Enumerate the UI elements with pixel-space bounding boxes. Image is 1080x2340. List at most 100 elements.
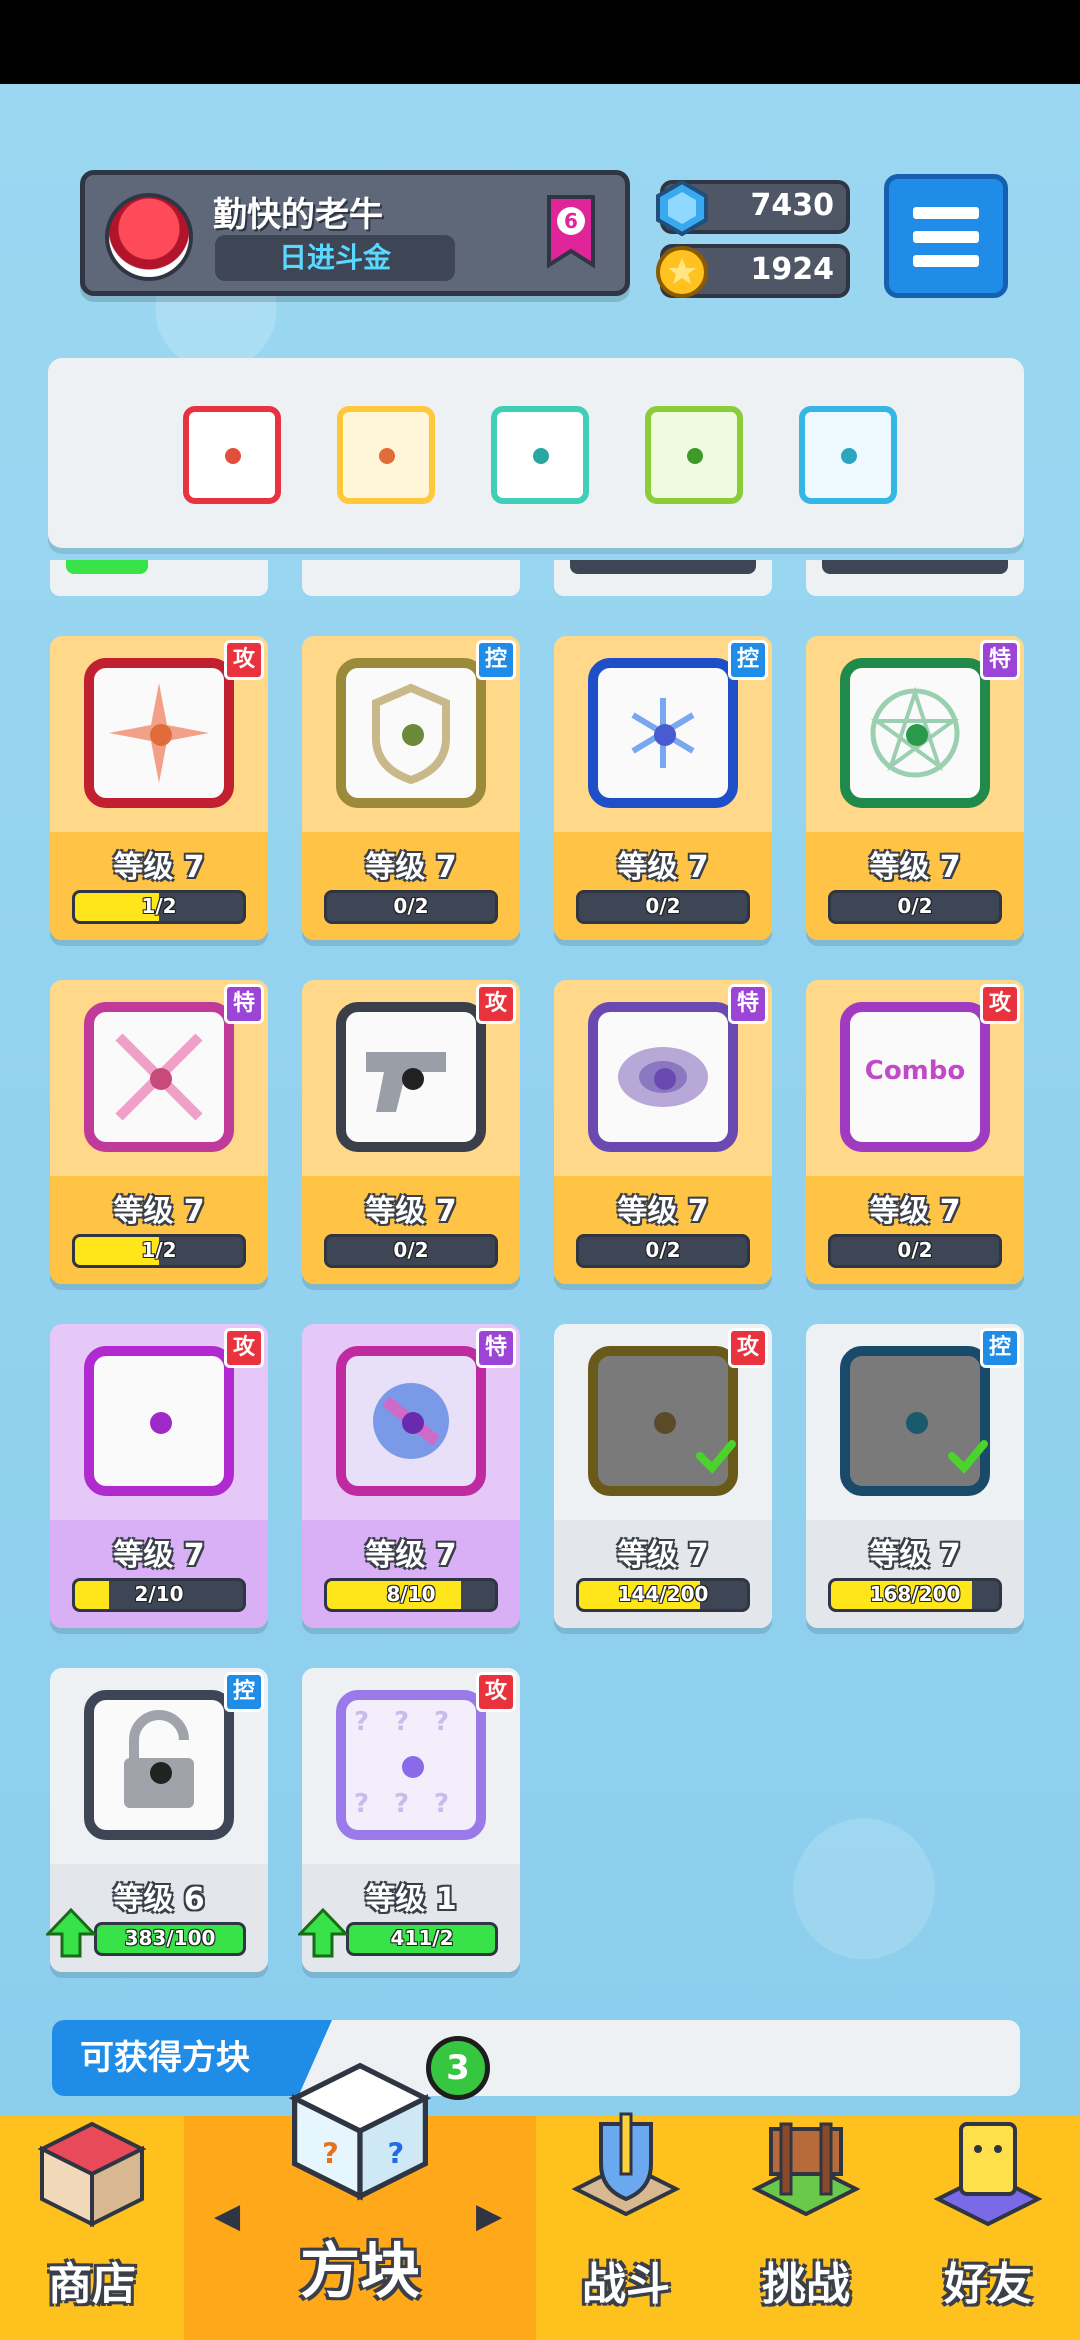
card-progress: 0/2 <box>828 1234 1002 1268</box>
nav-battle-label: 战斗 <box>582 2259 670 2310</box>
card-progress-text: 0/2 <box>393 894 429 918</box>
gem-icon <box>656 179 708 237</box>
dice-pip <box>654 724 676 746</box>
equipped-dice-panel <box>48 358 1024 548</box>
card-peek <box>302 560 520 596</box>
attack-tag: 攻 <box>476 984 516 1024</box>
card-progress: 8/10 <box>324 1578 498 1612</box>
deck-slot-red-dice[interactable] <box>183 406 281 504</box>
dice-card[interactable]: 攻 等级 7 1/2 <box>50 636 268 940</box>
nav-friends-label: 好友 <box>944 2259 1032 2310</box>
card-progress: 1/2 <box>72 890 246 924</box>
card-progress: 2/10 <box>72 1578 246 1612</box>
card-level: 等级 7 <box>869 1538 961 1573</box>
card-progress-text: 0/2 <box>897 1238 933 1262</box>
card-peek <box>806 560 1024 596</box>
dice-card[interactable]: 攻 等级 7 0/2 <box>302 980 520 1284</box>
card-progress: 383/100 <box>94 1922 246 1956</box>
dice-art-blue-snowflake <box>588 658 738 808</box>
dice-pip <box>379 448 395 464</box>
shop-icon <box>37 2121 147 2228</box>
next-arrow-icon[interactable]: ▶ <box>476 2196 502 2236</box>
dice-card[interactable]: Combo 攻 等级 7 0/2 <box>806 980 1024 1284</box>
card-progress-text: 383/100 <box>124 1926 216 1950</box>
attack-tag: 攻 <box>224 1328 264 1368</box>
card-level: 等级 7 <box>869 1194 961 1229</box>
gem-counter[interactable]: 7430 <box>656 179 850 237</box>
card-progress-text: 0/2 <box>645 894 681 918</box>
svg-text:?: ? <box>387 2137 404 2171</box>
card-level: 等级 7 <box>365 850 457 885</box>
check-icon <box>696 1440 736 1474</box>
control-tag: 控 <box>476 640 516 680</box>
dice-art-combo: Combo <box>840 1002 990 1152</box>
obtainable-dice-bar[interactable]: 可获得方块 <box>52 2020 1020 2096</box>
player-name: 勤快的老牛 <box>213 195 383 235</box>
dice-art-gold-shield <box>336 658 486 808</box>
card-progress-text: 411/2 <box>390 1926 454 1950</box>
dice-pip <box>150 1762 172 1784</box>
nav-dice-label: 方块 <box>300 2237 420 2307</box>
menu-line <box>913 231 979 243</box>
dice-art-gun <box>336 1002 486 1152</box>
nav-shop[interactable]: 商店 <box>0 2116 184 2340</box>
card-level: 等级 7 <box>365 1194 457 1229</box>
dice-art-pink-syringe <box>84 1002 234 1152</box>
dice-art-green-pentagram <box>840 658 990 808</box>
card-peek-bar <box>66 560 148 574</box>
dice-card[interactable]: 控 等级 7 168/200 <box>806 1324 1024 1628</box>
dice-card[interactable]: 特 等级 7 8/10 <box>302 1324 520 1628</box>
dice-art-purple-pixel <box>84 1346 234 1496</box>
card-peek <box>50 560 268 596</box>
deck-slot-teal-dice[interactable] <box>491 406 589 504</box>
player-avatar[interactable] <box>105 193 193 281</box>
mystery-dice-icon: ? ? <box>288 2062 432 2201</box>
card-level: 等级 7 <box>113 1194 205 1229</box>
card-level: 等级 7 <box>617 850 709 885</box>
svg-text:?: ? <box>394 1707 409 1737</box>
dice-pip <box>654 1412 676 1434</box>
nav-challenge[interactable]: 挑战 <box>716 2116 896 2340</box>
dice-card[interactable]: 特 等级 7 0/2 <box>806 636 1024 940</box>
dice-card[interactable]: 控 等级 7 0/2 <box>302 636 520 940</box>
dice-card[interactable]: 特 等级 7 0/2 <box>554 980 772 1284</box>
card-level: 等级 7 <box>617 1194 709 1229</box>
menu-line <box>913 207 979 219</box>
rank-ribbon-icon: 6 <box>545 195 597 273</box>
dice-card[interactable]: 控 等级 7 0/2 <box>554 636 772 940</box>
player-profile[interactable]: 勤快的老牛 日进斗金 6 <box>80 170 630 296</box>
deck-slot-cyan-dice[interactable] <box>799 406 897 504</box>
menu-button[interactable] <box>884 174 1008 298</box>
dice-pip <box>402 1068 424 1090</box>
card-progress: 0/2 <box>576 890 750 924</box>
card-progress: 1/2 <box>72 1234 246 1268</box>
coin-counter[interactable]: 1924 <box>656 244 850 298</box>
card-level: 等级 7 <box>617 1538 709 1573</box>
dice-card[interactable]: ?????? 攻 等级 1 411/2 <box>298 1668 520 1972</box>
coin-count: 1924 <box>750 252 835 287</box>
dice-card[interactable]: 攻 等级 7 144/200 <box>554 1324 772 1628</box>
dice-card[interactable]: 控 等级 6 383/100 <box>46 1668 268 1972</box>
dice-pip <box>533 448 549 464</box>
nav-friends[interactable]: 好友 <box>896 2116 1080 2340</box>
dice-card[interactable]: 攻 等级 7 2/10 <box>50 1324 268 1628</box>
dice-pip <box>841 448 857 464</box>
card-peek-bar <box>822 560 1008 574</box>
dice-pip <box>654 1068 676 1090</box>
rank-badge-number: 6 <box>564 209 578 233</box>
combo-art-text: Combo <box>864 1056 966 1086</box>
dice-art-purple-vortex <box>588 1002 738 1152</box>
nav-battle[interactable]: 战斗 <box>536 2112 716 2340</box>
status-bar <box>0 0 1080 84</box>
prev-arrow-icon[interactable]: ◀ <box>214 2196 240 2236</box>
deck-slot-green-dice[interactable] <box>645 406 743 504</box>
svg-text:?: ? <box>322 2137 339 2171</box>
deck-slot-yellow-dice[interactable] <box>337 406 435 504</box>
dice-card[interactable]: 特 等级 7 1/2 <box>50 980 268 1284</box>
svg-text:?: ? <box>354 1707 369 1737</box>
player-rank: 日进斗金 <box>215 235 455 281</box>
svg-text:?: ? <box>434 1789 449 1819</box>
card-progress-text: 0/2 <box>393 1238 429 1262</box>
card-progress: 411/2 <box>346 1922 498 1956</box>
dice-pip <box>402 1756 424 1778</box>
